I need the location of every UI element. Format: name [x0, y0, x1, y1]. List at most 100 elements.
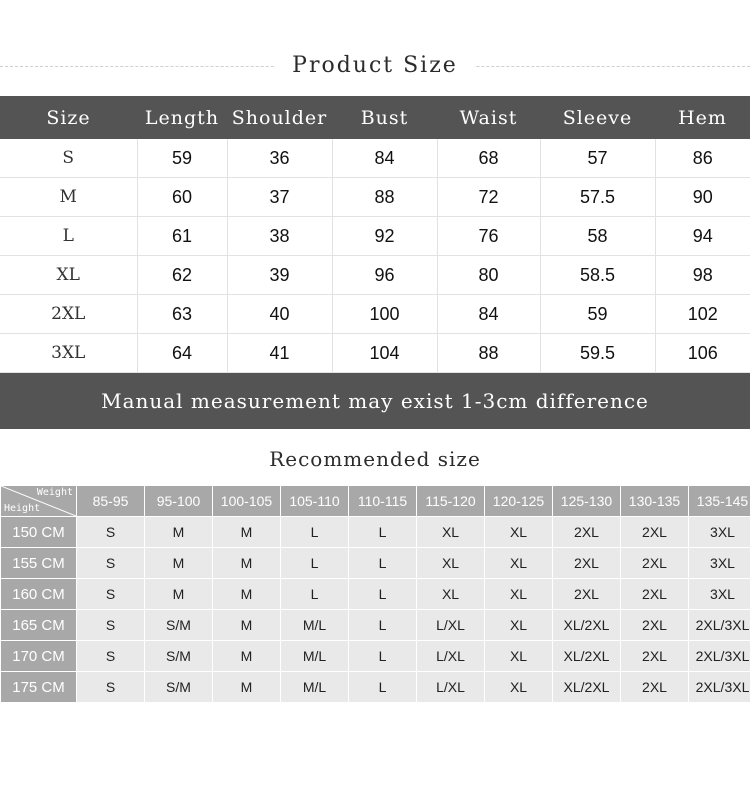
column-header-shoulder: Shoulder — [227, 96, 332, 139]
measurement-notice-banner: Manual measurement may exist 1-3cm diffe… — [0, 373, 750, 429]
recommended-cell: L/XL — [417, 610, 484, 640]
recommended-cell: XL — [417, 548, 484, 578]
height-label: 170 CM — [1, 641, 76, 671]
recommended-cell: M/L — [281, 672, 348, 702]
table-row: 2XL 63 40 100 84 59 102 — [0, 294, 750, 334]
cell-size: XL — [0, 255, 138, 295]
weight-range-header: 100-105 — [213, 486, 280, 516]
recommended-cell: S — [77, 579, 144, 609]
recommended-cell: L — [349, 548, 416, 578]
table-row: 155 CM S M M L L XL XL 2XL 2XL 3XL — [1, 548, 750, 578]
cell-length: 64 — [137, 333, 228, 373]
recommended-cell: S — [77, 641, 144, 671]
table-row: XL 62 39 96 80 58.5 98 — [0, 255, 750, 295]
cell-size: M — [0, 177, 138, 217]
table-row: S 59 36 84 68 57 86 — [0, 139, 750, 178]
cell-waist: 76 — [437, 216, 541, 256]
weight-range-header: 95-100 — [145, 486, 212, 516]
recommended-cell: M — [213, 641, 280, 671]
recommended-cell: 2XL/3XL — [689, 641, 750, 671]
recommended-cell: M — [145, 579, 212, 609]
cell-hem: 102 — [655, 294, 750, 334]
table-row: M 60 37 88 72 57.5 90 — [0, 177, 750, 217]
recommended-cell: M — [145, 517, 212, 547]
recommended-size-body: 150 CM S M M L L XL XL 2XL 2XL 3XL 155 C… — [1, 517, 750, 702]
weight-range-header: 85-95 — [77, 486, 144, 516]
recommended-cell: 2XL/3XL — [689, 610, 750, 640]
recommended-cell: L/XL — [417, 641, 484, 671]
cell-bust: 100 — [332, 294, 438, 334]
recommended-cell: XL — [485, 641, 552, 671]
recommended-cell: 2XL — [621, 610, 688, 640]
table-row: 3XL 64 41 104 88 59.5 106 — [0, 333, 750, 373]
cell-length: 60 — [137, 177, 228, 217]
recommended-cell: XL — [485, 517, 552, 547]
recommended-cell: L — [281, 579, 348, 609]
recommended-cell: 2XL — [553, 579, 620, 609]
recommended-cell: 2XL/3XL — [689, 672, 750, 702]
cell-bust: 96 — [332, 255, 438, 295]
cell-shoulder: 37 — [227, 177, 333, 217]
cell-hem: 94 — [655, 216, 750, 256]
recommended-cell: S/M — [145, 672, 212, 702]
recommended-cell: M — [213, 517, 280, 547]
recommended-cell: L — [349, 579, 416, 609]
column-header-hem: Hem — [655, 96, 750, 139]
cell-waist: 80 — [437, 255, 541, 295]
page-title: Product Size — [0, 40, 750, 92]
recommended-size-title: Recommended size — [0, 429, 750, 485]
weight-range-header: 115-120 — [417, 486, 484, 516]
recommended-cell: 3XL — [689, 548, 750, 578]
recommended-cell: M/L — [281, 610, 348, 640]
cell-length: 61 — [137, 216, 228, 256]
cell-bust: 104 — [332, 333, 438, 373]
recommended-cell: M/L — [281, 641, 348, 671]
recommended-cell: S/M — [145, 641, 212, 671]
cell-hem: 106 — [655, 333, 750, 373]
weight-range-header: 105-110 — [281, 486, 348, 516]
recommended-cell: XL — [485, 579, 552, 609]
recommended-cell: 2XL — [621, 579, 688, 609]
column-header-length: Length — [137, 96, 227, 139]
recommended-cell: 2XL — [553, 548, 620, 578]
cell-waist: 88 — [437, 333, 541, 373]
recommended-cell: M — [145, 548, 212, 578]
cell-hem: 86 — [655, 139, 750, 178]
recommended-cell: L — [349, 610, 416, 640]
weight-range-header: 120-125 — [485, 486, 552, 516]
cell-size: 3XL — [0, 333, 138, 373]
recommended-size-table: Weight Height 85-95 95-100 100-105 105-1… — [0, 485, 750, 703]
recommended-cell: L/XL — [417, 672, 484, 702]
recommended-cell: S — [77, 517, 144, 547]
table-row: 165 CM S S/M M M/L L L/XL XL XL/2XL 2XL … — [1, 610, 750, 640]
table-row: 160 CM S M M L L XL XL 2XL 2XL 3XL — [1, 579, 750, 609]
table-row: 150 CM S M M L L XL XL 2XL 2XL 3XL — [1, 517, 750, 547]
recommended-cell: 2XL — [621, 672, 688, 702]
recommended-cell: L — [349, 641, 416, 671]
recommended-cell: XL/2XL — [553, 610, 620, 640]
cell-hem: 90 — [655, 177, 750, 217]
recommended-cell: M — [213, 672, 280, 702]
recommended-cell: 2XL — [621, 517, 688, 547]
recommended-cell: 2XL — [621, 641, 688, 671]
height-label: 160 CM — [1, 579, 76, 609]
recommended-cell: S — [77, 672, 144, 702]
cell-bust: 84 — [332, 139, 438, 178]
cell-shoulder: 38 — [227, 216, 333, 256]
height-label: 175 CM — [1, 672, 76, 702]
recommended-cell: S/M — [145, 610, 212, 640]
height-label: 165 CM — [1, 610, 76, 640]
recommended-cell: L — [281, 548, 348, 578]
cell-length: 63 — [137, 294, 228, 334]
table-row: L 61 38 92 76 58 94 — [0, 216, 750, 256]
cell-length: 62 — [137, 255, 228, 295]
cell-sleeve: 58 — [540, 216, 656, 256]
recommended-cell: XL/2XL — [553, 672, 620, 702]
recommended-cell: XL — [417, 517, 484, 547]
column-header-sleeve: Sleeve — [540, 96, 655, 139]
recommended-cell: S — [77, 548, 144, 578]
recommended-cell: M — [213, 548, 280, 578]
recommended-cell: XL — [485, 548, 552, 578]
measurement-notice-text: Manual measurement may exist 1-3cm diffe… — [101, 389, 649, 413]
column-header-size: Size — [0, 96, 137, 139]
